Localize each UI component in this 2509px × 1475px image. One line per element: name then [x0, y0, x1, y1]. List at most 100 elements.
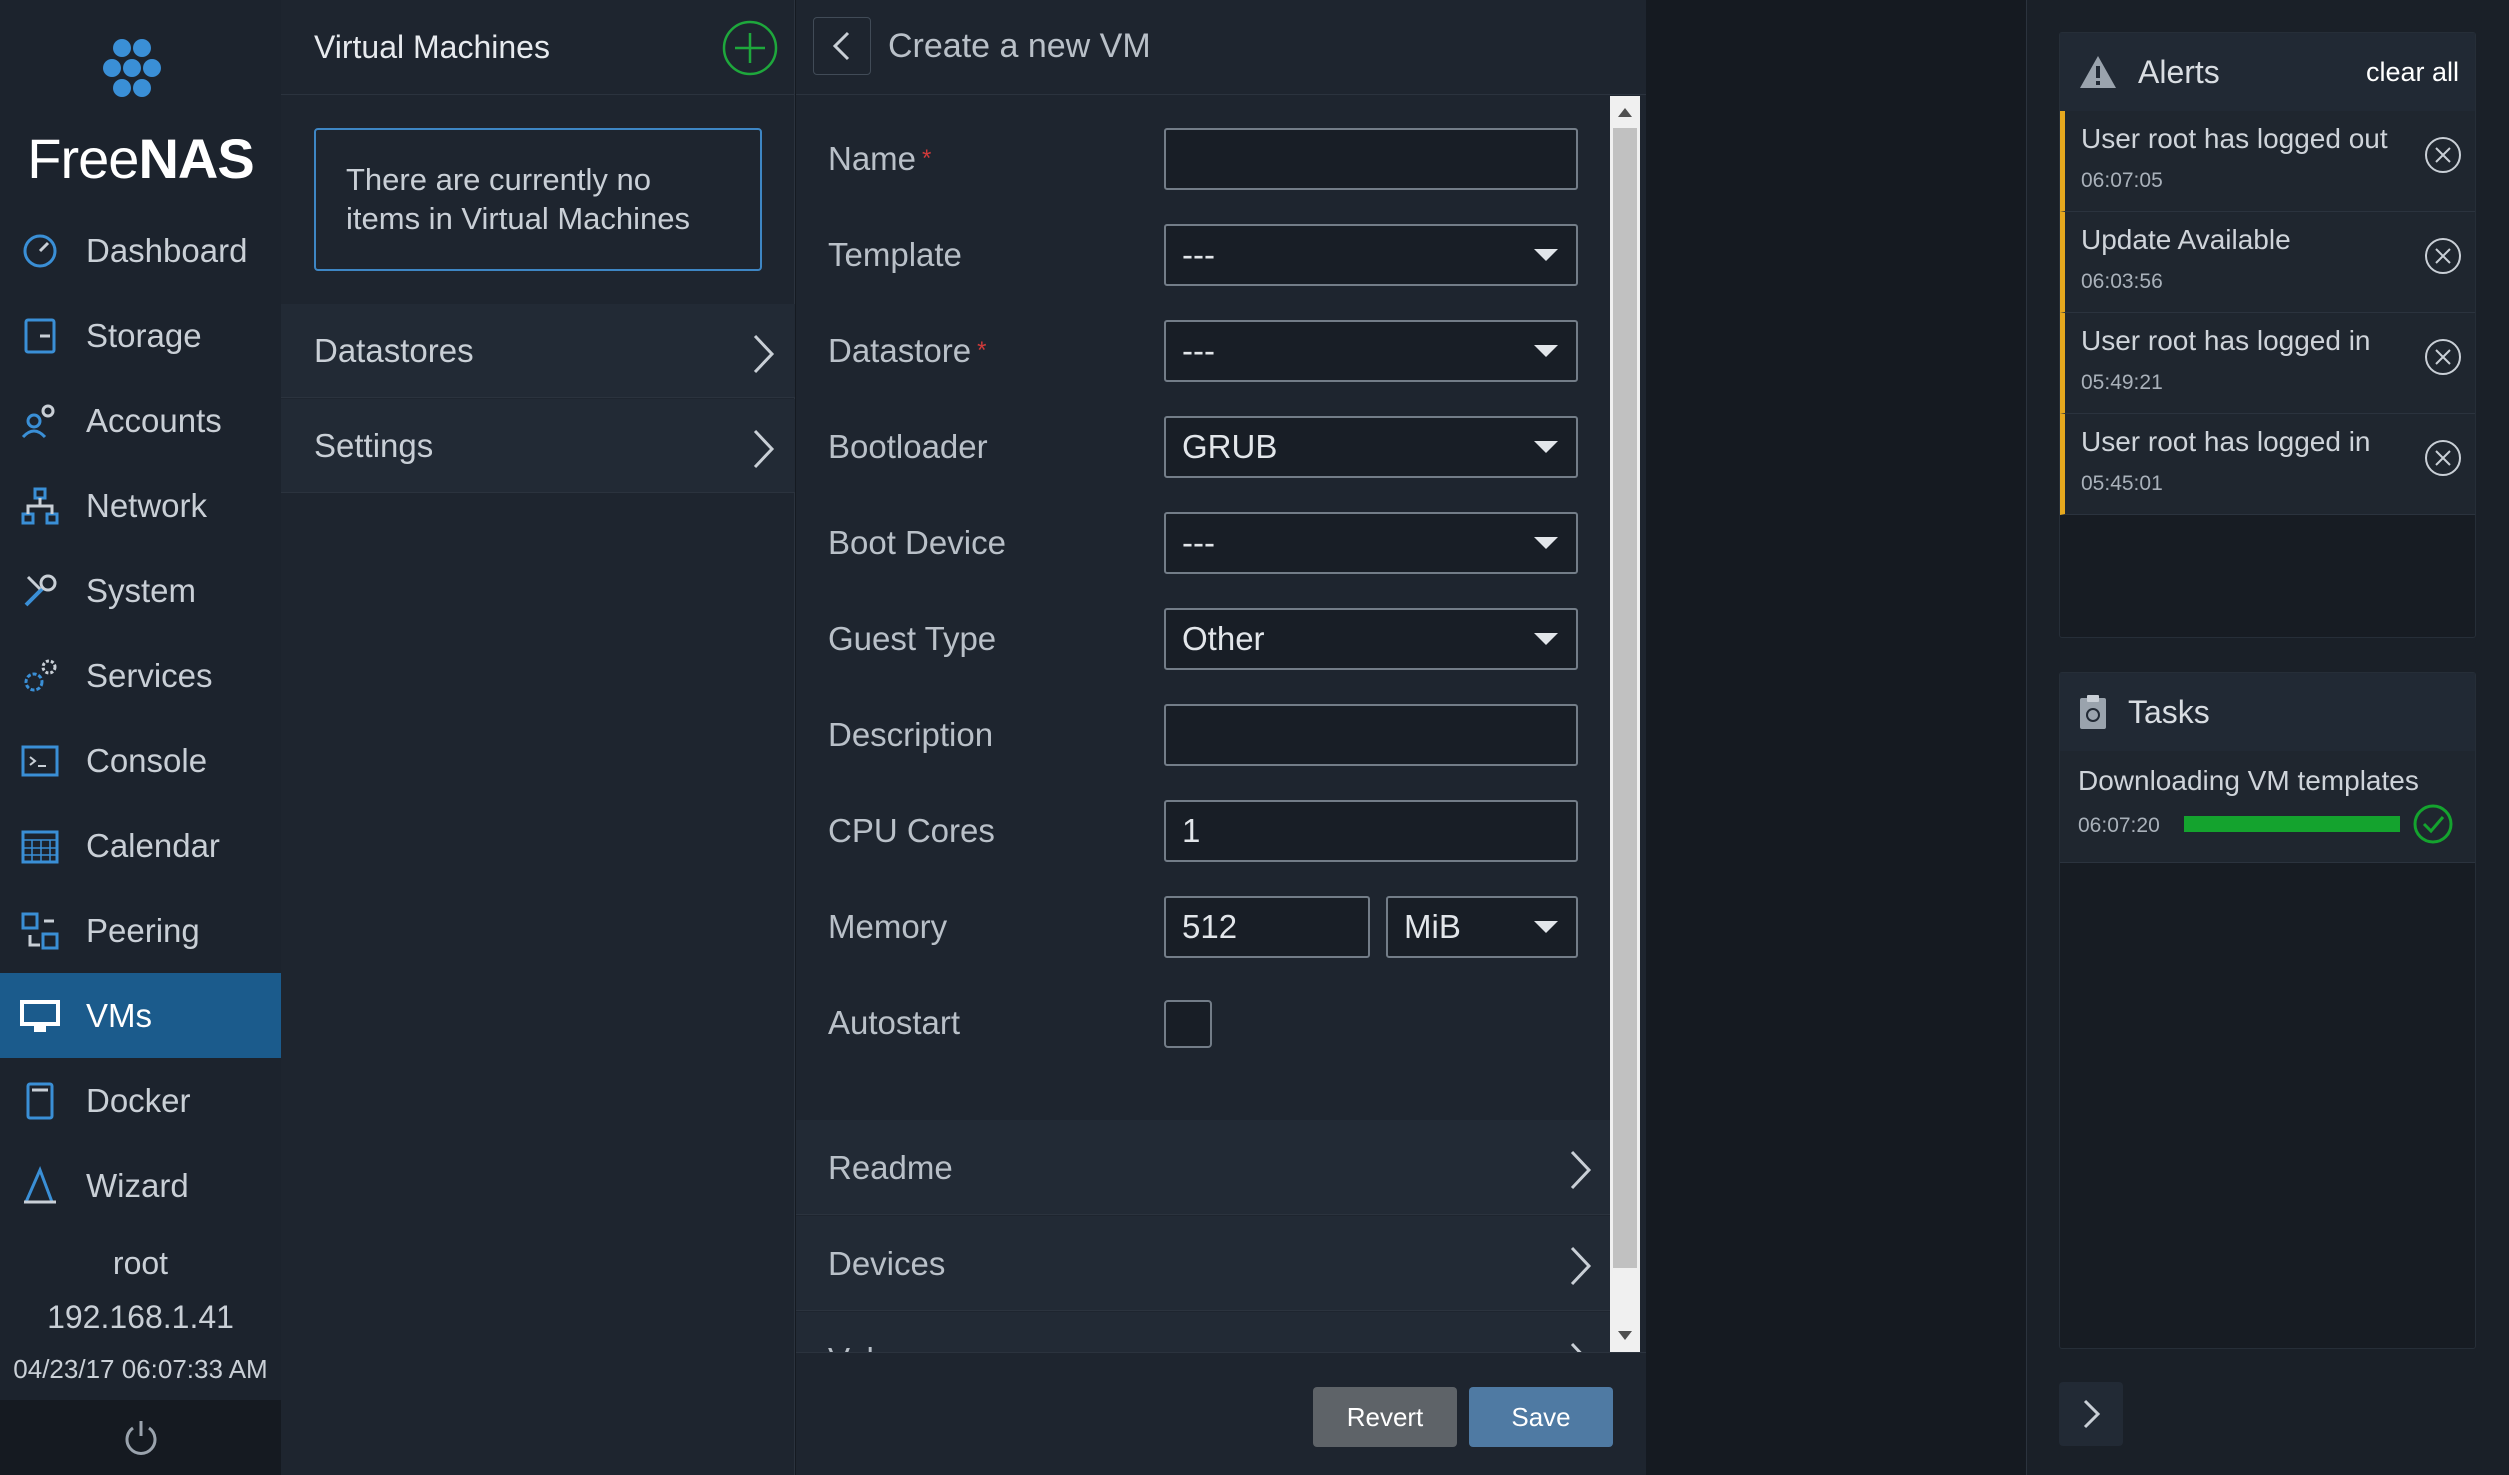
form-header: Create a new VM — [796, 0, 1646, 95]
save-button[interactable]: Save — [1469, 1387, 1613, 1447]
scrollbar-thumb[interactable] — [1613, 128, 1637, 1268]
nav-item-peering[interactable]: Peering — [0, 888, 281, 973]
nav-item-console[interactable]: Console — [0, 718, 281, 803]
cpu-cores-label: CPU Cores — [828, 812, 995, 849]
nav-item-system[interactable]: System — [0, 548, 281, 633]
peering-icon — [18, 909, 62, 953]
nav-label: Storage — [86, 316, 202, 354]
nav-item-dashboard[interactable]: Dashboard — [0, 208, 281, 293]
notification-panel: Alerts clear all User root has logged ou… — [2026, 0, 2509, 1475]
vm-list-header: Virtual Machines — [281, 0, 794, 95]
revert-button[interactable]: Revert — [1313, 1387, 1457, 1447]
clear-all-button[interactable]: clear all — [2366, 33, 2459, 111]
back-button[interactable] — [813, 17, 871, 75]
description-input[interactable] — [1164, 704, 1578, 766]
datastores-link[interactable]: Datastores — [281, 304, 795, 398]
form-title: Create a new VM — [888, 27, 1151, 65]
nav-item-services[interactable]: Services — [0, 633, 281, 718]
volumes-section[interactable]: Volumes — [796, 1312, 1610, 1352]
bootloader-label: Bootloader — [828, 428, 988, 465]
caret-down-icon — [1534, 633, 1558, 645]
guest-type-label: Guest Type — [828, 620, 997, 657]
nav-item-accounts[interactable]: Accounts — [0, 378, 281, 463]
freenas-logo-icon — [103, 39, 161, 97]
alerts-card: Alerts clear all User root has logged ou… — [2059, 32, 2476, 638]
scroll-up-arrow[interactable] — [1618, 108, 1632, 117]
memory-unit-select[interactable]: MiB — [1386, 896, 1578, 958]
name-row: Name * — [828, 126, 1588, 192]
description-label: Description — [828, 716, 994, 753]
power-button[interactable] — [0, 1400, 281, 1475]
sidebar: FreeNAS Dashboard Storage Accounts Netwo… — [0, 0, 281, 1475]
collapse-panel-button[interactable] — [2059, 1382, 2123, 1446]
boot-device-select[interactable]: --- — [1164, 512, 1578, 574]
nav-item-storage[interactable]: Storage — [0, 293, 281, 378]
freenas-logo[interactable]: FreeNAS — [0, 30, 281, 190]
chevron-right-icon — [1570, 1246, 1592, 1286]
datastore-label: Datastore * — [828, 332, 987, 369]
nav-label: Calendar — [86, 826, 220, 864]
cpu-cores-input[interactable] — [1164, 800, 1578, 862]
nav-label: Dashboard — [86, 231, 248, 269]
vm-list-panel: Virtual Machines There are currently no … — [281, 0, 795, 1475]
alert-item: Update Available 06:03:56 — [2060, 212, 2475, 313]
dismiss-icon[interactable] — [2423, 135, 2463, 175]
alert-time: 05:49:21 — [2081, 371, 2163, 394]
tasks-title: Tasks — [2128, 693, 2210, 730]
autostart-checkbox[interactable] — [1164, 1000, 1212, 1048]
nav-item-calendar[interactable]: Calendar — [0, 803, 281, 888]
nav-item-docker[interactable]: Docker — [0, 1058, 281, 1143]
brand-name: FreeNAS — [27, 127, 254, 190]
system-datetime: 04/23/17 06:07:33 AM — [13, 1354, 268, 1384]
add-vm-button[interactable] — [721, 19, 779, 77]
alert-message: Update Available — [2081, 224, 2291, 255]
task-time: 06:07:20 — [2078, 814, 2160, 837]
nav-item-wizard[interactable]: Wizard — [0, 1143, 281, 1228]
network-icon — [18, 484, 62, 528]
form-scrollbar[interactable] — [1610, 96, 1640, 1352]
template-select[interactable]: --- — [1164, 224, 1578, 286]
bootloader-select[interactable]: GRUB — [1164, 416, 1578, 478]
name-input[interactable] — [1164, 128, 1578, 190]
guest-type-select[interactable]: Other — [1164, 608, 1578, 670]
alert-time: 05:45:01 — [2081, 472, 2163, 495]
task-item: Downloading VM templates 06:07:20 — [2060, 751, 2475, 863]
guest-type-row: Guest Type Other — [828, 606, 1588, 672]
bootloader-value: GRUB — [1182, 428, 1278, 465]
scroll-down-arrow[interactable] — [1618, 1331, 1632, 1340]
memory-row: Memory MiB — [828, 894, 1588, 960]
devices-section[interactable]: Devices — [796, 1216, 1610, 1311]
chevron-right-icon — [753, 334, 775, 374]
dismiss-icon[interactable] — [2423, 337, 2463, 377]
dismiss-icon[interactable] — [2423, 236, 2463, 276]
alert-item: User root has logged in 05:45:01 — [2060, 414, 2475, 515]
main-nav: Dashboard Storage Accounts Network Syste… — [0, 208, 281, 1228]
guest-type-value: Other — [1182, 620, 1265, 657]
nav-label: System — [86, 571, 197, 609]
vm-form: Name * Template --- Datastore * --- Bootlo… — [796, 96, 1610, 1352]
dismiss-icon[interactable] — [2423, 438, 2463, 478]
nav-label: Network — [86, 486, 208, 524]
tasks-header: Tasks — [2060, 673, 2475, 751]
tasks-card: Tasks Downloading VM templates 06:07:20 — [2059, 672, 2476, 1349]
alert-message: User root has logged in — [2081, 325, 2371, 356]
dashboard-icon — [18, 229, 62, 273]
caret-down-icon — [1534, 249, 1558, 261]
system-icon — [18, 569, 62, 613]
username: root — [112, 1245, 169, 1281]
devices-label: Devices — [828, 1245, 946, 1282]
volumes-label: Volumes — [828, 1341, 955, 1352]
datastore-select[interactable]: --- — [1164, 320, 1578, 382]
nav-item-vms[interactable]: VMs — [0, 973, 281, 1058]
calendar-icon — [18, 824, 62, 868]
memory-label: Memory — [828, 908, 948, 945]
create-vm-panel: Create a new VM Name * Template --- Datas… — [796, 0, 1646, 1475]
nav-item-network[interactable]: Network — [0, 463, 281, 548]
memory-input[interactable] — [1164, 896, 1370, 958]
alert-message: User root has logged out — [2081, 123, 2388, 154]
console-icon — [18, 739, 62, 783]
readme-section[interactable]: Readme — [796, 1120, 1610, 1215]
settings-link[interactable]: Settings — [281, 399, 795, 493]
docker-icon — [18, 1079, 62, 1123]
task-progress-fill — [2184, 816, 2400, 832]
